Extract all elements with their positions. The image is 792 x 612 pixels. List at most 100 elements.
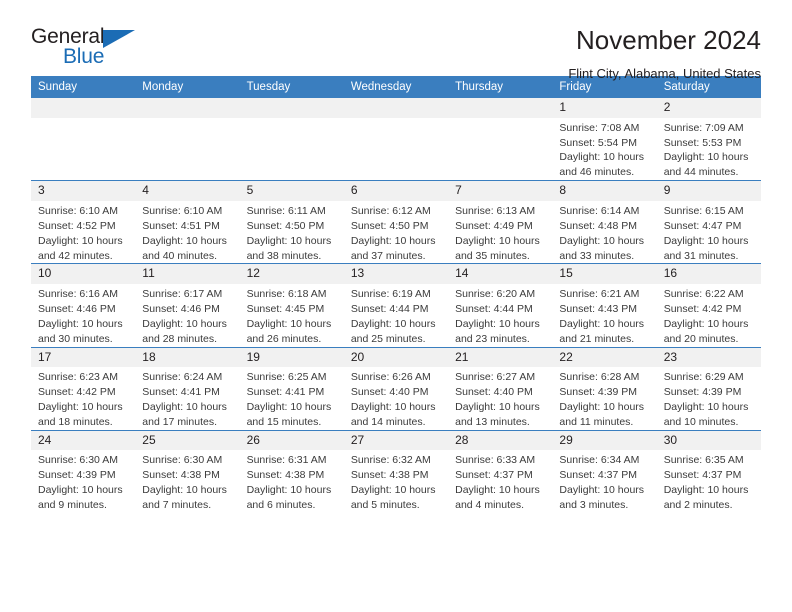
location-subtitle: Flint City, Alabama, United States xyxy=(568,65,761,81)
day-number: 22 xyxy=(552,347,657,368)
daylight-duration-line1: Daylight: 10 hours xyxy=(663,401,749,414)
day-number: 15 xyxy=(552,264,657,285)
sunset-time: Sunset: 4:52 PM xyxy=(38,219,116,232)
weekday-header-sunday: Sunday xyxy=(31,76,136,98)
calendar-day-cell[interactable]: 15 Sunrise: 6:21 AM Sunset: 4:43 PM Dayligh… xyxy=(552,263,657,348)
daylight-duration-line1: Daylight: 10 hours xyxy=(559,151,645,164)
calendar-day-cell[interactable]: 10 Sunrise: 6:16 AM Sunset: 4:46 PM Dayligh… xyxy=(31,263,136,348)
calendar-day-cell[interactable]: 1 Sunrise: 7:08 AM Sunset: 5:54 PM Daylight… xyxy=(552,98,657,181)
calendar-day-cell[interactable]: 26 Sunrise: 6:31 AM Sunset: 4:38 PM Dayligh… xyxy=(239,429,344,514)
calendar-day-cell[interactable]: 18 Sunrise: 6:24 AM Sunset: 4:41 PM Dayligh… xyxy=(135,346,240,431)
day-number xyxy=(239,98,344,118)
daylight-duration-line1: Daylight: 10 hours xyxy=(350,401,436,414)
sunset-time: Sunset: 4:39 PM xyxy=(663,386,742,399)
day-number: 5 xyxy=(239,181,344,201)
daylight-duration-line2: and 44 minutes. xyxy=(663,166,739,179)
day-details: Sunrise: 6:25 AM Sunset: 4:41 PM Daylight:… xyxy=(240,367,344,430)
daylight-duration-line2: and 13 minutes. xyxy=(455,415,530,428)
day-details: Sunrise: 6:33 AM Sunset: 4:37 PM Daylight:… xyxy=(448,450,552,513)
day-details: Sunrise: 7:08 AM Sunset: 5:54 PM Daylight:… xyxy=(552,118,656,181)
daylight-duration-line1: Daylight: 10 hours xyxy=(38,234,123,247)
day-number: 26 xyxy=(239,430,344,451)
daylight-duration-line1: Daylight: 10 hours xyxy=(142,484,227,497)
sunrise-time: Sunrise: 6:23 AM xyxy=(38,371,118,384)
calendar-day-cell[interactable]: 29 Sunrise: 6:34 AM Sunset: 4:37 PM Dayligh… xyxy=(552,429,657,514)
calendar-day-cell[interactable]: 6 Sunrise: 6:12 AM Sunset: 4:50 PM Daylight… xyxy=(343,180,449,264)
sunset-time: Sunset: 4:48 PM xyxy=(559,219,638,232)
general-blue-logo[interactable]: General Blue xyxy=(31,26,141,72)
calendar-day-cell[interactable]: 4 Sunrise: 6:10 AM Sunset: 4:51 PM Daylight… xyxy=(135,180,240,264)
sunrise-time: Sunrise: 7:08 AM xyxy=(559,121,640,134)
calendar-day-cell[interactable]: 5 Sunrise: 6:11 AM Sunset: 4:50 PM Daylight… xyxy=(239,180,344,264)
calendar-day-cell[interactable]: 17 Sunrise: 6:23 AM Sunset: 4:42 PM Dayligh… xyxy=(31,346,136,431)
calendar-day-cell[interactable]: 3 Sunrise: 6:10 AM Sunset: 4:52 PM Daylight… xyxy=(31,180,136,264)
day-details: Sunrise: 6:10 AM Sunset: 4:51 PM Daylight:… xyxy=(135,201,239,264)
calendar-day-cell[interactable]: 19 Sunrise: 6:25 AM Sunset: 4:41 PM Dayligh… xyxy=(239,346,344,431)
day-number: 30 xyxy=(656,430,761,451)
daylight-duration-line1: Daylight: 10 hours xyxy=(559,317,645,330)
sunset-time: Sunset: 4:42 PM xyxy=(38,386,116,399)
day-number: 23 xyxy=(656,347,761,368)
daylight-duration-line1: Daylight: 10 hours xyxy=(350,234,436,247)
sunset-time: Sunset: 4:50 PM xyxy=(246,219,325,232)
sunrise-time: Sunrise: 6:10 AM xyxy=(38,204,118,217)
daylight-duration-line2: and 46 minutes. xyxy=(559,166,635,179)
calendar-day-cell[interactable]: 13 Sunrise: 6:19 AM Sunset: 4:44 PM Dayligh… xyxy=(343,263,449,348)
day-details: Sunrise: 6:22 AM Sunset: 4:42 PM Daylight:… xyxy=(657,284,761,347)
calendar-day-cell[interactable]: 25 Sunrise: 6:30 AM Sunset: 4:38 PM Dayligh… xyxy=(135,429,240,514)
day-number: 25 xyxy=(135,430,240,451)
calendar-day-cell[interactable]: 22 Sunrise: 6:28 AM Sunset: 4:39 PM Dayligh… xyxy=(552,346,657,431)
sunrise-time: Sunrise: 6:34 AM xyxy=(559,454,640,467)
sunrise-time: Sunrise: 7:09 AM xyxy=(663,121,744,134)
daylight-duration-line1: Daylight: 10 hours xyxy=(559,401,645,414)
sunrise-time: Sunrise: 6:32 AM xyxy=(350,454,431,467)
day-details: Sunrise: 6:11 AM Sunset: 4:50 PM Daylight:… xyxy=(240,201,344,264)
sunrise-time: Sunrise: 6:33 AM xyxy=(455,454,536,467)
calendar-day-cell[interactable]: 8 Sunrise: 6:14 AM Sunset: 4:48 PM Daylight… xyxy=(552,180,657,264)
day-number: 6 xyxy=(343,181,449,201)
calendar-day-cell[interactable]: 2 Sunrise: 7:09 AM Sunset: 5:53 PM Daylight… xyxy=(656,98,761,181)
calendar-day-cell[interactable]: 24 Sunrise: 6:30 AM Sunset: 4:39 PM Dayligh… xyxy=(31,429,136,514)
calendar-day-cell[interactable]: 11 Sunrise: 6:17 AM Sunset: 4:46 PM Dayligh… xyxy=(135,263,240,348)
day-number xyxy=(31,98,136,118)
calendar-day-cell[interactable]: 27 Sunrise: 6:32 AM Sunset: 4:38 PM Dayligh… xyxy=(343,429,449,514)
calendar-day-cell[interactable]: 7 Sunrise: 6:13 AM Sunset: 4:49 PM Daylight… xyxy=(448,180,553,264)
calendar-day-cell[interactable]: 9 Sunrise: 6:15 AM Sunset: 4:47 PM Daylight… xyxy=(656,180,761,264)
calendar-day-cell[interactable]: 30 Sunrise: 6:35 AM Sunset: 4:37 PM Dayligh… xyxy=(656,429,761,514)
calendar-day-cell[interactable]: 16 Sunrise: 6:22 AM Sunset: 4:42 PM Dayligh… xyxy=(656,263,761,348)
day-number: 8 xyxy=(552,181,657,201)
day-number: 19 xyxy=(239,347,344,368)
daylight-duration-line2: and 14 minutes. xyxy=(350,415,426,428)
calendar-day-cell[interactable]: 28 Sunrise: 6:33 AM Sunset: 4:37 PM Dayligh… xyxy=(448,429,553,514)
daylight-duration-line2: and 38 minutes. xyxy=(246,249,322,262)
day-details: Sunrise: 6:24 AM Sunset: 4:41 PM Daylight:… xyxy=(135,367,239,430)
sunrise-time: Sunrise: 6:22 AM xyxy=(663,288,744,301)
sunrise-time: Sunrise: 6:14 AM xyxy=(559,204,640,217)
daylight-duration-line2: and 18 minutes. xyxy=(38,415,113,428)
day-details: Sunrise: 6:34 AM Sunset: 4:37 PM Daylight:… xyxy=(552,450,656,513)
daylight-duration-line1: Daylight: 10 hours xyxy=(350,484,436,497)
day-number: 7 xyxy=(448,181,553,201)
calendar-day-cell[interactable]: 14 Sunrise: 6:20 AM Sunset: 4:44 PM Dayligh… xyxy=(448,263,553,348)
calendar-day-cell[interactable]: 12 Sunrise: 6:18 AM Sunset: 4:45 PM Dayligh… xyxy=(239,263,344,348)
sunset-time: Sunset: 4:47 PM xyxy=(663,219,742,232)
sunset-time: Sunset: 4:43 PM xyxy=(559,302,638,315)
calendar-day-cell-empty xyxy=(239,98,344,181)
calendar-day-cell[interactable]: 23 Sunrise: 6:29 AM Sunset: 4:39 PM Dayligh… xyxy=(656,346,761,431)
sunset-time: Sunset: 4:38 PM xyxy=(142,469,220,482)
calendar-day-cell[interactable]: 21 Sunrise: 6:27 AM Sunset: 4:40 PM Dayligh… xyxy=(448,346,553,431)
day-number: 10 xyxy=(31,264,136,285)
sunset-time: Sunset: 4:37 PM xyxy=(663,469,742,482)
day-number: 1 xyxy=(552,98,657,118)
sunset-time: Sunset: 4:49 PM xyxy=(455,219,533,232)
day-number: 14 xyxy=(448,264,553,285)
daylight-duration-line2: and 17 minutes. xyxy=(142,415,217,428)
daylight-duration-line2: and 9 minutes. xyxy=(38,499,107,512)
sunrise-time: Sunrise: 6:24 AM xyxy=(142,371,223,384)
calendar-day-cell[interactable]: 20 Sunrise: 6:26 AM Sunset: 4:40 PM Dayligh… xyxy=(343,346,449,431)
daylight-duration-line2: and 3 minutes. xyxy=(559,499,629,512)
sunset-time: Sunset: 4:37 PM xyxy=(455,469,533,482)
sunrise-time: Sunrise: 6:16 AM xyxy=(38,288,118,301)
day-details: Sunrise: 7:09 AM Sunset: 5:53 PM Daylight:… xyxy=(657,118,761,181)
sunrise-time: Sunrise: 6:31 AM xyxy=(246,454,327,467)
